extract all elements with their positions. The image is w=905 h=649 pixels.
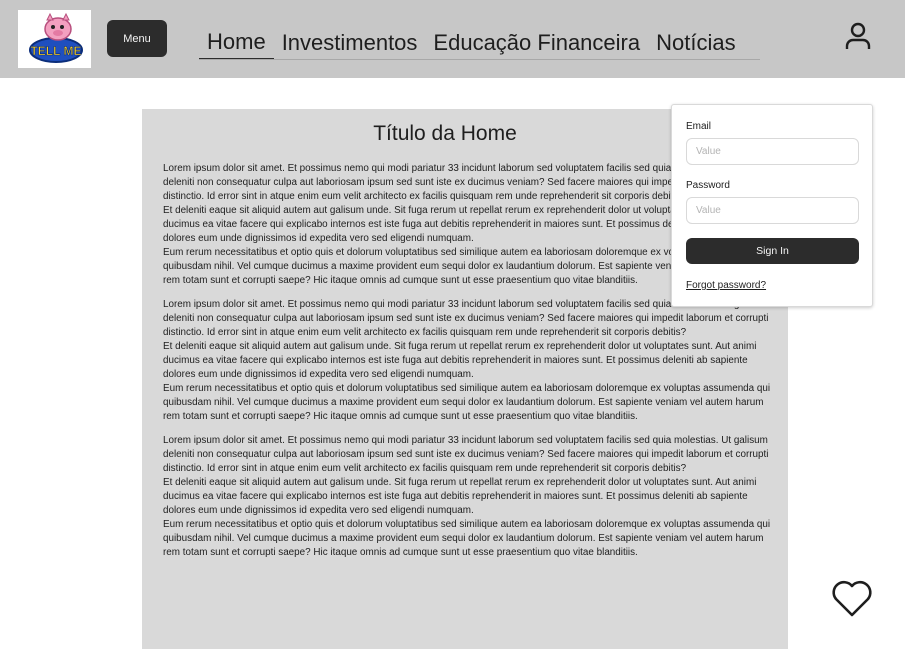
password-field[interactable]: [686, 197, 859, 224]
logo[interactable]: TELL ME: [18, 10, 91, 68]
forgot-password-link[interactable]: Forgot password?: [686, 280, 766, 291]
page-title: Título da Home: [373, 122, 517, 145]
nav-item-home[interactable]: Home: [199, 26, 274, 59]
article: Lorem ipsum dolor sit amet. Et possimus …: [163, 298, 774, 424]
menu-button[interactable]: Menu: [107, 20, 167, 57]
nav-item-noticias[interactable]: Notícias: [648, 27, 743, 59]
email-field[interactable]: [686, 138, 859, 165]
paragraph: Eum rerum necessitatibus et optio quis e…: [163, 383, 771, 422]
logo-icon: TELL ME: [28, 12, 83, 63]
user-icon[interactable]: [844, 22, 872, 50]
paragraph: Lorem ipsum dolor sit amet. Et possimus …: [163, 435, 769, 474]
password-label: Password: [686, 180, 730, 191]
email-label: Email: [686, 121, 712, 132]
paragraph: Et deleniti eaque sit aliquid autem aut …: [163, 477, 757, 516]
header-bar: TELL ME Menu Home Investimentos Educação…: [0, 0, 905, 78]
paragraph: Et deleniti eaque sit aliquid autem aut …: [163, 341, 757, 380]
sign-in-button[interactable]: Sign In: [686, 238, 859, 264]
nav-item-educacao-financeira[interactable]: Educação Financeira: [425, 27, 648, 59]
nav-item-investimentos[interactable]: Investimentos: [274, 27, 426, 59]
heart-icon[interactable]: [830, 578, 874, 618]
main-nav: Home Investimentos Educação Financeira N…: [199, 26, 760, 60]
paragraph: Eum rerum necessitatibus et optio quis e…: [163, 519, 771, 558]
svg-text:TELL ME: TELL ME: [30, 44, 81, 58]
sign-in-card: Email Password Sign In Forgot password?: [671, 104, 873, 307]
article: Lorem ipsum dolor sit amet. Et possimus …: [163, 434, 774, 560]
